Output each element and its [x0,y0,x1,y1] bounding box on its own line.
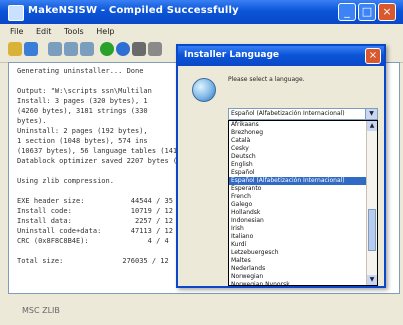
dialog-close-icon[interactable]: × [365,48,381,64]
language-option[interactable]: Norwegian [229,273,368,281]
language-option[interactable]: Català [229,137,368,145]
dialog-prompt: Please select a language. [228,76,305,83]
language-option[interactable]: Maltes [229,257,368,265]
menu-edit[interactable]: Edit [36,27,52,36]
language-option[interactable]: Hollandsk [229,209,368,217]
maximize-icon[interactable]: □ [358,3,376,21]
menu-file[interactable]: File [10,27,23,36]
help-icon[interactable] [148,42,162,56]
language-option[interactable]: Indonesian [229,217,368,225]
app-icon [8,5,24,21]
language-dropdown-list: Afrikaans Brezhoneg Català Cesky Deutsch Engl… [228,120,378,286]
title-bar: MakeNSISW - Compiled Successfully _ □ × [0,0,403,24]
menu-bar: File Edit Tools Help [0,24,403,40]
dialog-title-bar: Installer Language × [178,46,384,66]
save-icon[interactable] [8,42,22,56]
copy-icon[interactable] [48,42,62,56]
language-option[interactable]: Afrikaans [229,121,368,129]
menu-tools[interactable]: Tools [64,27,84,36]
language-option[interactable]: Kurdí [229,241,368,249]
installer-language-dialog: Installer Language × Please select a lan… [176,44,386,288]
menu-help[interactable]: Help [96,27,114,36]
compile-icon[interactable] [100,42,114,56]
language-select[interactable]: Español (Alfabetización Internacional) ▼ [228,108,378,120]
language-option[interactable]: English [229,161,368,169]
dialog-title: Installer Language [184,50,280,60]
language-option[interactable]: Brezhoneg [229,129,368,137]
language-option[interactable]: Irish [229,225,368,233]
language-option[interactable]: Español [229,169,368,177]
language-option[interactable]: Cesky [229,145,368,153]
status-bar: MSC ZLIB [0,296,403,325]
language-option[interactable]: Italiano [229,233,368,241]
find-icon[interactable] [64,42,78,56]
language-option[interactable]: Galego [229,201,368,209]
globe-icon [192,78,216,102]
language-option[interactable]: Esperanto [229,185,368,193]
language-option[interactable]: Norwegian Nynorsk [229,281,368,285]
language-option[interactable]: French [229,193,368,201]
chevron-down-icon[interactable]: ▼ [365,109,377,119]
close-icon[interactable]: × [378,3,396,21]
language-select-value: Español (Alfabetización Internacional) [231,110,345,117]
settings-icon[interactable] [132,42,146,56]
scroll-thumb[interactable] [368,209,376,251]
language-option[interactable]: Nederlands [229,265,368,273]
language-option[interactable]: Letzebuergesch [229,249,368,257]
status-text: MSC ZLIB [22,306,60,315]
minimize-icon[interactable]: _ [338,3,356,21]
clear-icon[interactable] [80,42,94,56]
scrollbar[interactable]: ▲ ▼ [366,121,377,285]
scroll-down-icon[interactable]: ▼ [367,275,377,285]
scroll-up-icon[interactable]: ▲ [367,121,377,131]
language-option[interactable]: Deutsch [229,153,368,161]
recompile-icon[interactable] [116,42,130,56]
test-icon[interactable] [24,42,38,56]
window-title: MakeNSISW - Compiled Successfully [28,5,239,16]
language-option[interactable]: Español (Alfabetización Internacional) [229,177,368,185]
